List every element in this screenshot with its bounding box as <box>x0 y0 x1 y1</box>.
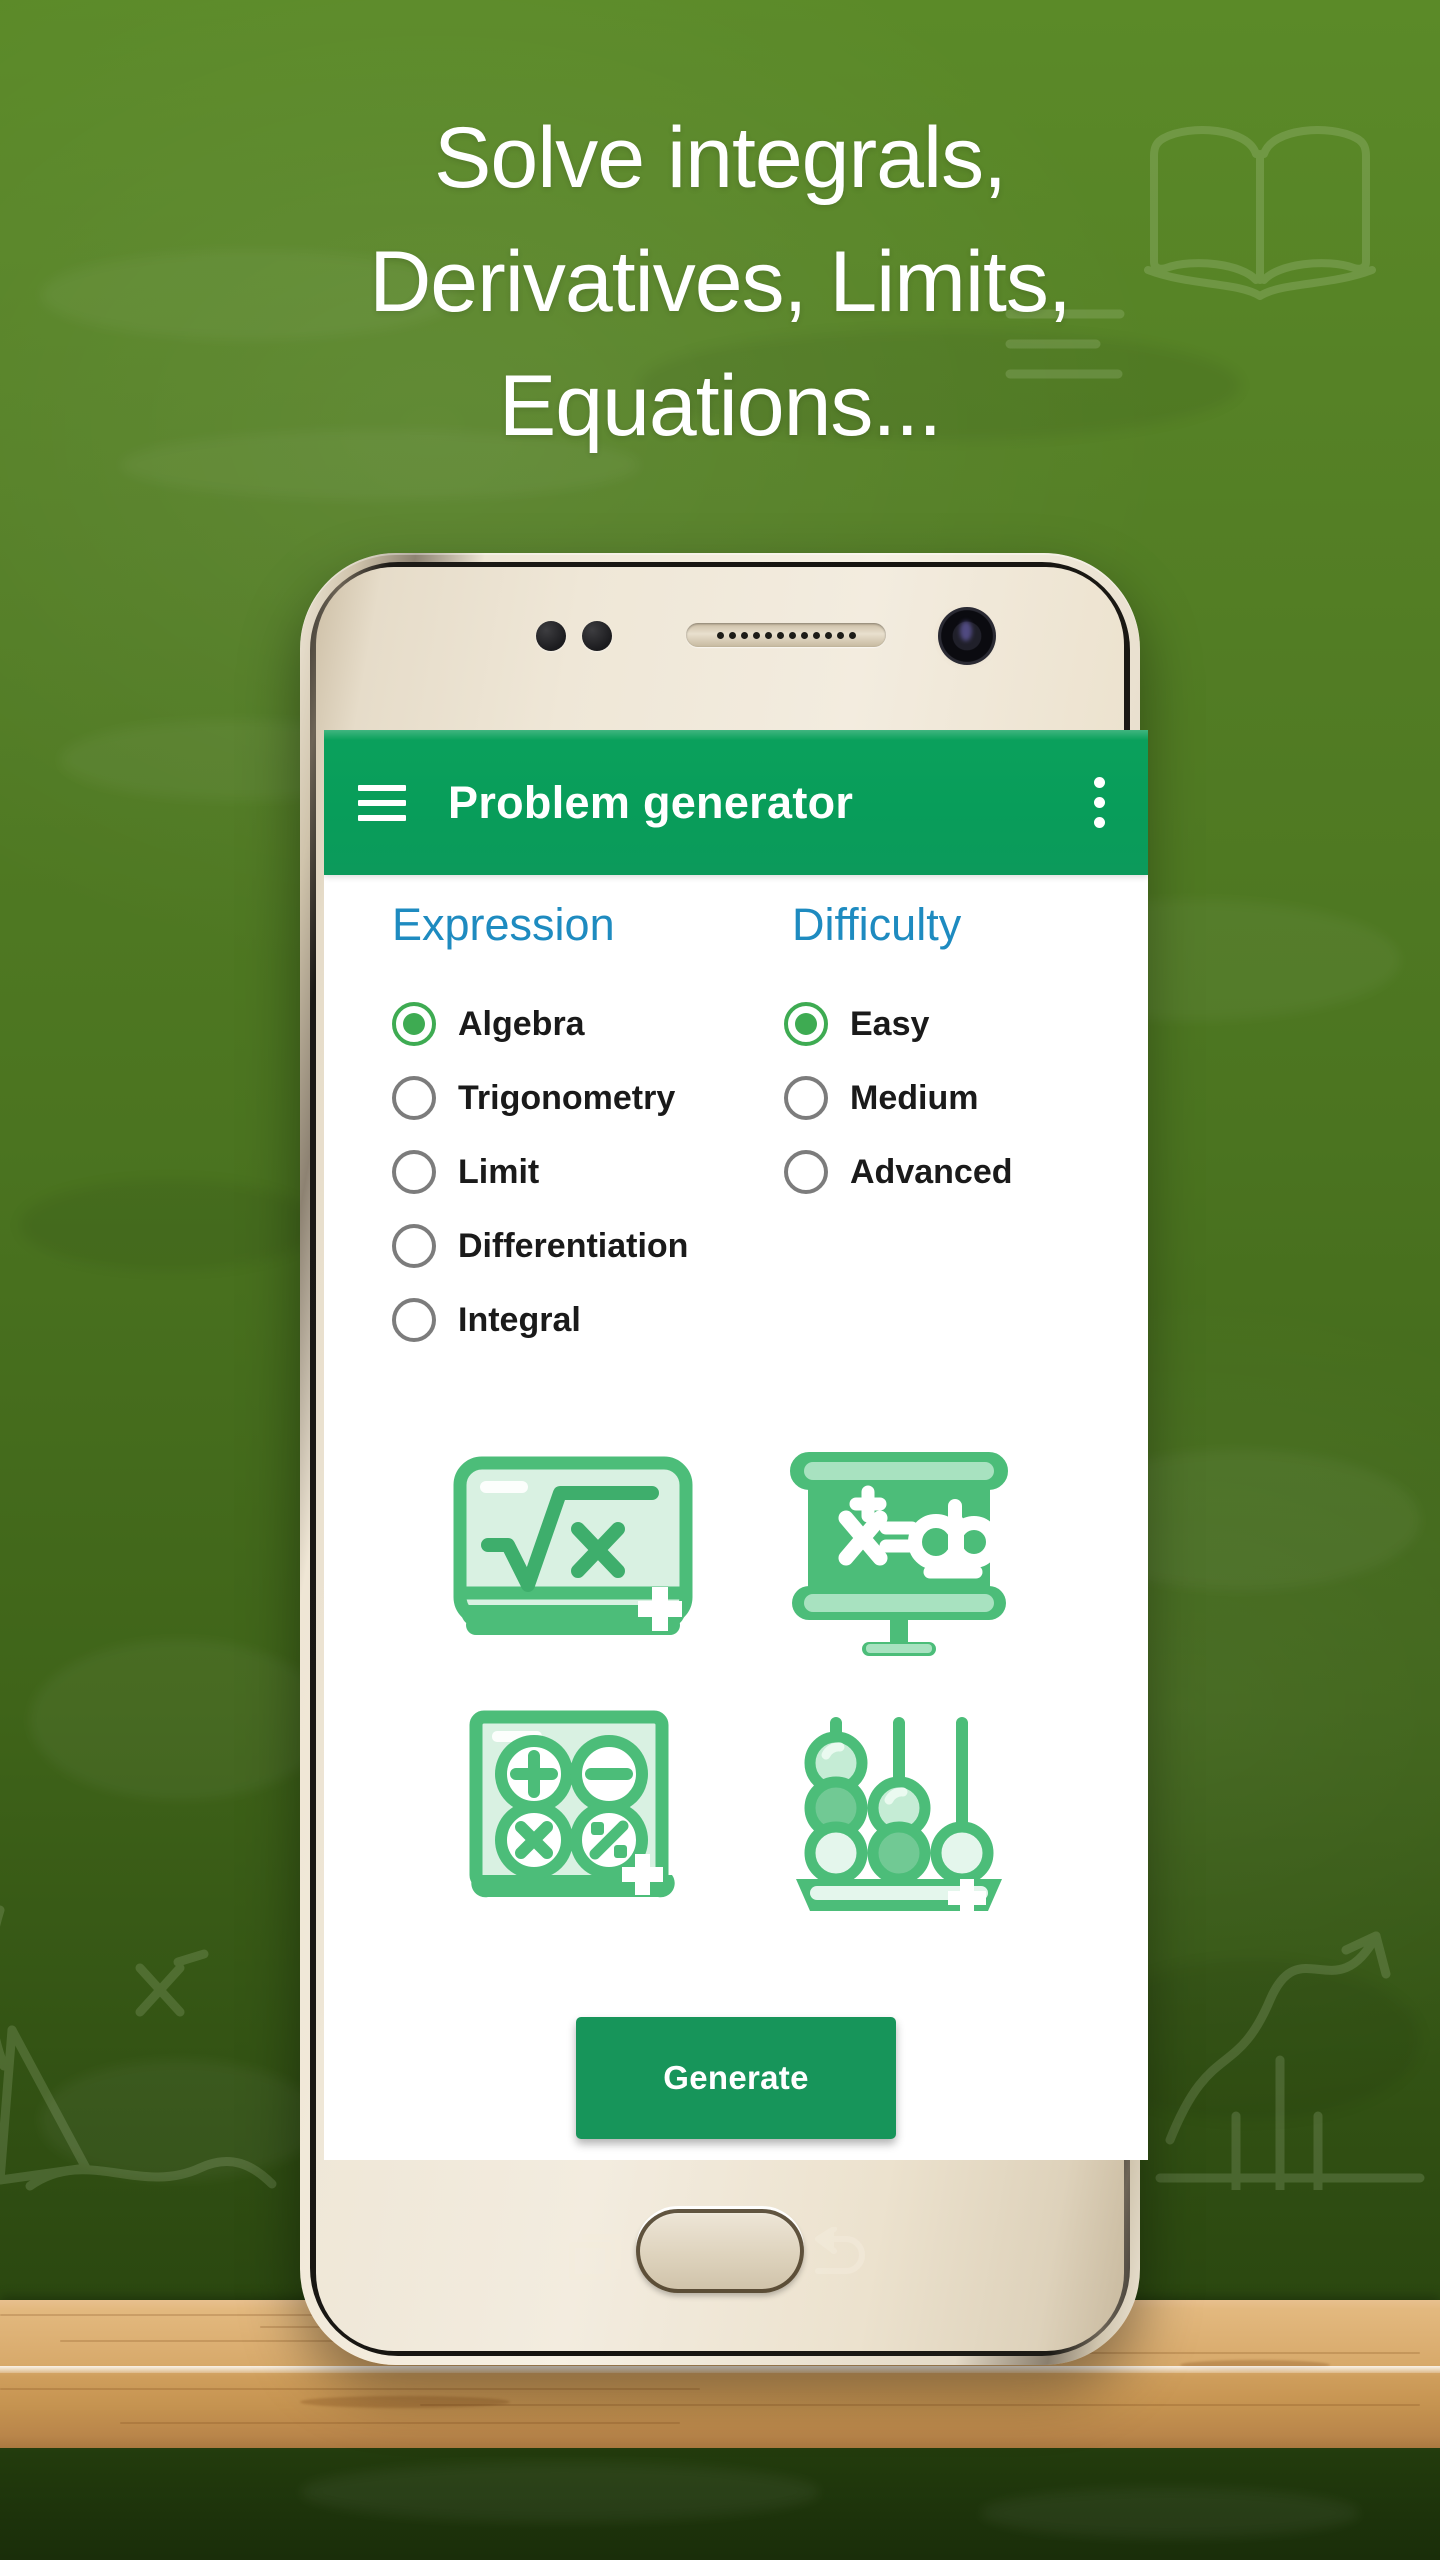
radio-label: Trigonometry <box>458 1078 676 1117</box>
generate-button[interactable]: Generate <box>576 2017 896 2139</box>
earpiece-speaker-icon <box>686 623 886 647</box>
expression-section: Expression Algebra Trigonometry Limit Di… <box>324 899 774 1357</box>
radio-label: Limit <box>458 1152 540 1191</box>
options-columns: Expression Algebra Trigonometry Limit Di… <box>324 875 1148 1357</box>
radio-label: Integral <box>458 1300 581 1339</box>
headline-line-3: Equations... <box>498 358 942 454</box>
overflow-menu-icon[interactable] <box>1092 777 1106 828</box>
radio-label: Algebra <box>458 1004 585 1043</box>
recents-button[interactable] <box>568 2227 630 2288</box>
generate-button-wrapper: Generate <box>324 1921 1148 2139</box>
radio-label: Easy <box>850 1004 930 1043</box>
radio-option-differentiation[interactable]: Differentiation <box>392 1209 774 1283</box>
promo-stage: Solve integrals, Derivatives, Limits, Eq… <box>0 0 1440 2560</box>
calculator-icon <box>448 1706 698 1921</box>
radio-label: Medium <box>850 1078 979 1117</box>
radio-indicator[interactable] <box>392 1224 436 1268</box>
home-button[interactable] <box>636 2209 804 2293</box>
square-root-board-icon <box>448 1445 698 1660</box>
phone-screen: Problem generator Expression Algebra Tri… <box>324 730 1148 2160</box>
expression-section-title: Expression <box>392 899 615 950</box>
illustration-grid <box>324 1357 1148 1921</box>
headline-line-2: Derivatives, Limits, <box>369 234 1072 330</box>
light-sensor-icon <box>582 621 612 651</box>
radio-option-algebra[interactable]: Algebra <box>392 987 774 1061</box>
board-lower-shadow <box>0 2448 1440 2560</box>
radio-indicator[interactable] <box>784 1002 828 1046</box>
radio-option-easy[interactable]: Easy <box>784 987 1148 1061</box>
proximity-sensor-icon <box>536 621 566 651</box>
radio-label: Differentiation <box>458 1226 689 1265</box>
app-bar-title: Problem generator <box>448 776 854 828</box>
back-button[interactable] <box>810 2226 872 2288</box>
radio-label: Advanced <box>850 1152 1013 1191</box>
headline-line-1: Solve integrals, <box>434 110 1007 206</box>
chalk-sketch-left <box>0 1880 290 2210</box>
hamburger-menu-icon[interactable] <box>358 784 406 821</box>
radio-option-advanced[interactable]: Advanced <box>784 1135 1148 1209</box>
app-bar: Problem generator <box>324 730 1148 875</box>
difficulty-section: Difficulty Easy Medium Advanced <box>774 899 1148 1357</box>
blackboard-formula-icon <box>774 1445 1024 1660</box>
radio-indicator[interactable] <box>392 1298 436 1342</box>
radio-option-medium[interactable]: Medium <box>784 1061 1148 1135</box>
promo-headline: Solve integrals, Derivatives, Limits, Eq… <box>0 96 1440 468</box>
radio-option-limit[interactable]: Limit <box>392 1135 774 1209</box>
front-camera-icon <box>938 607 996 665</box>
radio-indicator[interactable] <box>392 1150 436 1194</box>
radio-indicator[interactable] <box>784 1150 828 1194</box>
radio-option-integral[interactable]: Integral <box>392 1283 774 1357</box>
app-content: Expression Algebra Trigonometry Limit Di… <box>324 875 1148 2139</box>
chalk-sketch-right <box>1140 1890 1440 2190</box>
abacus-icon <box>774 1706 1024 1921</box>
radio-option-trigonometry[interactable]: Trigonometry <box>392 1061 774 1135</box>
radio-indicator[interactable] <box>784 1076 828 1120</box>
difficulty-section-title: Difficulty <box>792 899 962 950</box>
phone-mockup: Problem generator Expression Algebra Tri… <box>300 553 1148 2365</box>
radio-indicator[interactable] <box>392 1002 436 1046</box>
radio-indicator[interactable] <box>392 1076 436 1120</box>
